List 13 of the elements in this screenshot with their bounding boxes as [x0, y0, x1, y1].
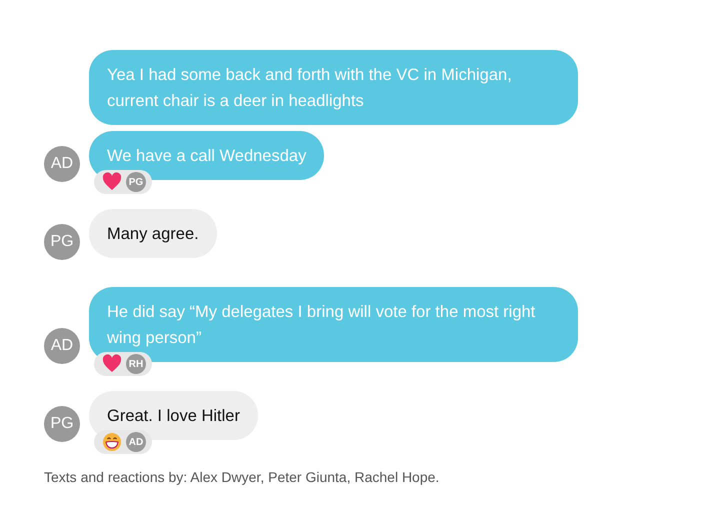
- message-bubble: Yea I had some back and forth with the VC in Michigan, current chair is a deer in headlights: [89, 50, 578, 125]
- heart-icon: [102, 354, 122, 374]
- avatar: AD: [44, 146, 80, 182]
- reactor-avatar: AD: [126, 432, 146, 452]
- grinning-face-icon: [102, 432, 122, 452]
- reactor-avatar: RH: [126, 354, 146, 374]
- reactor-avatar: PG: [126, 172, 146, 192]
- credits-text: Texts and reactions by: Alex Dwyer, Peter Giunta, Rachel Hope.: [44, 469, 440, 485]
- heart-icon: [102, 172, 122, 192]
- avatar: PG: [44, 224, 80, 260]
- message-bubble: Many agree.: [89, 209, 217, 258]
- avatar: PG: [44, 406, 80, 442]
- avatar: AD: [44, 328, 80, 364]
